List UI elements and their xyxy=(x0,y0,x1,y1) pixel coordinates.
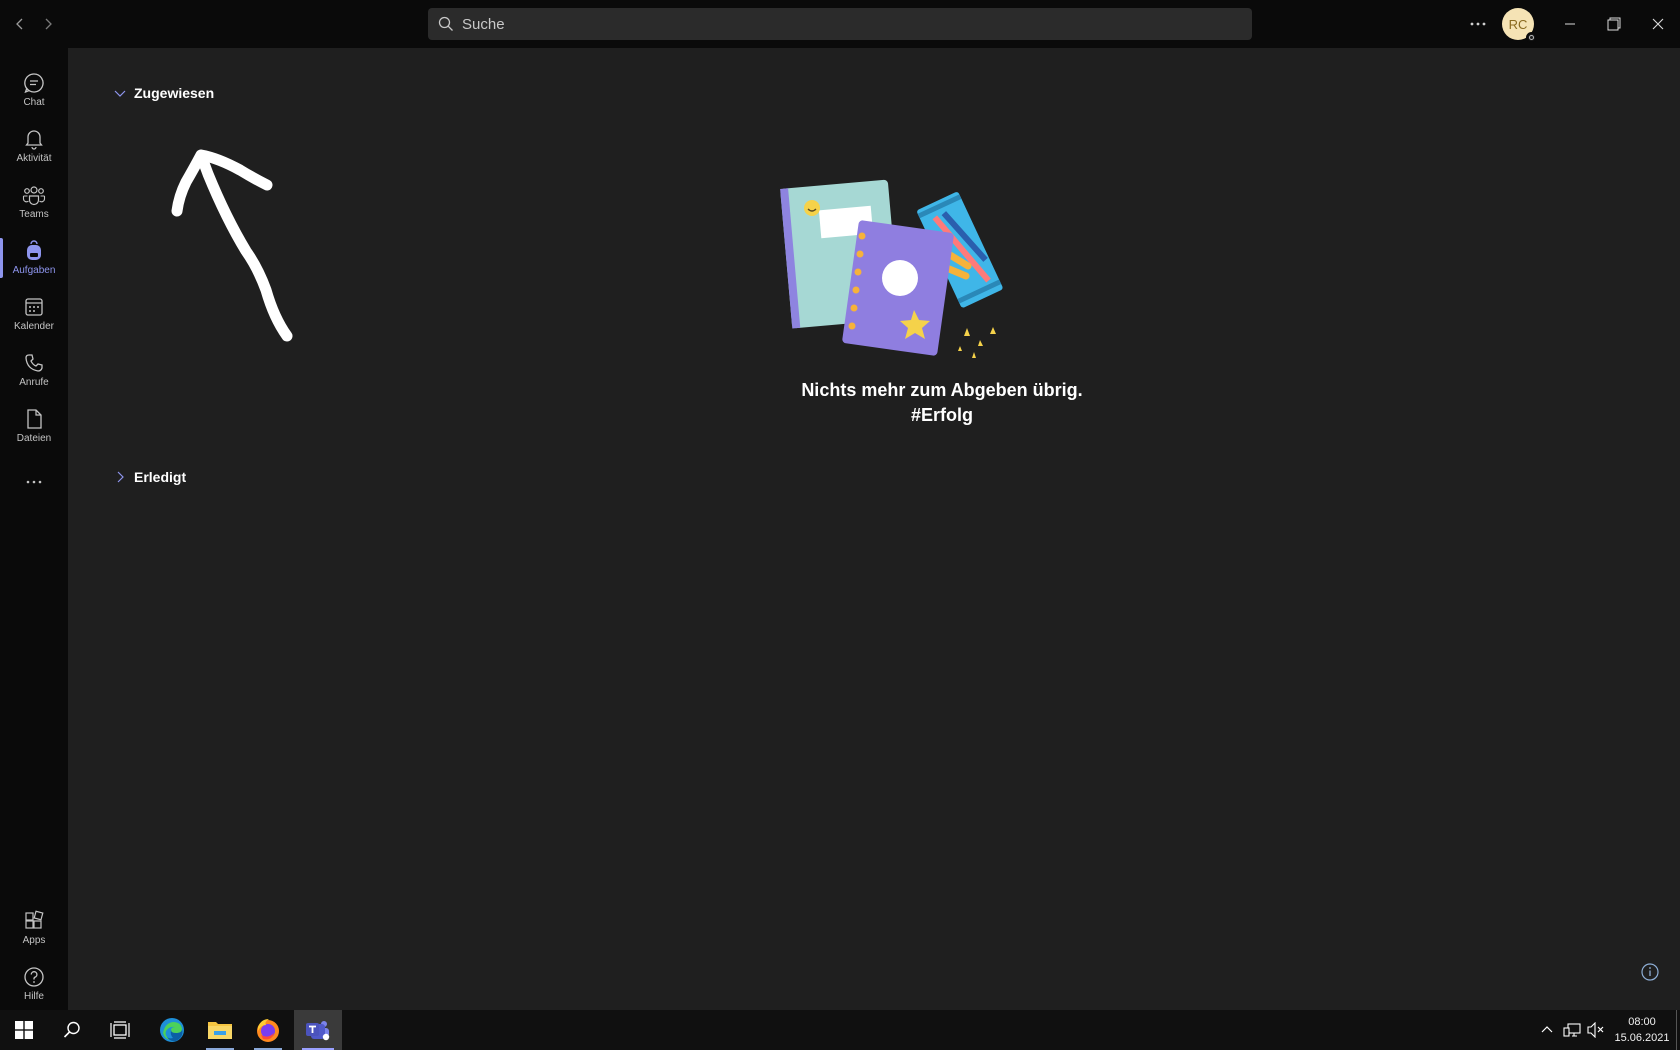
chevron-left-icon xyxy=(16,18,23,30)
show-hidden-icons-button[interactable] xyxy=(1537,1020,1557,1040)
close-icon xyxy=(1652,18,1664,30)
rail-item-teams[interactable]: Teams xyxy=(0,174,68,230)
phone-icon xyxy=(25,354,43,372)
rail-item-calendar[interactable]: Kalender xyxy=(0,286,68,342)
search-icon xyxy=(63,1021,80,1038)
taskbar-firefox[interactable] xyxy=(244,1010,292,1050)
empty-state-line-2: #Erfolg xyxy=(910,405,973,425)
backpack-icon xyxy=(27,240,41,260)
rail-item-files[interactable]: Dateien xyxy=(0,398,68,454)
bell-icon xyxy=(25,130,43,150)
folder-icon xyxy=(208,1022,232,1039)
info-button[interactable] xyxy=(1638,960,1662,984)
windows-logo-icon xyxy=(15,1021,33,1039)
taskbar-edge[interactable] xyxy=(148,1010,196,1050)
rail-item-label: Apps xyxy=(22,935,46,946)
edge-browser-icon xyxy=(160,1018,184,1042)
apps-icon xyxy=(25,910,44,929)
search-bar[interactable] xyxy=(428,8,1252,40)
rail-item-apps[interactable]: Apps xyxy=(0,900,68,956)
minimize-button[interactable] xyxy=(1552,8,1588,40)
rail-item-calls[interactable]: Anrufe xyxy=(0,342,68,398)
rail-item-label: Kalender xyxy=(13,321,55,332)
help-icon xyxy=(24,967,44,987)
volume-muted-icon xyxy=(1587,1022,1604,1038)
chevron-down-icon xyxy=(114,90,126,97)
network-button[interactable] xyxy=(1562,1020,1582,1040)
empty-state-message: Nichts mehr zum Abgeben übrig. #Erfolg xyxy=(688,378,1196,428)
task-view-button[interactable] xyxy=(96,1010,144,1050)
empty-state-illustration xyxy=(780,179,1003,358)
network-icon xyxy=(1563,1023,1581,1037)
section-assigned-label: Zugewiesen xyxy=(134,85,215,101)
rail-item-label: Teams xyxy=(19,209,49,220)
forward-button[interactable] xyxy=(36,12,60,36)
chat-icon xyxy=(24,73,44,94)
minimize-icon xyxy=(1565,23,1575,25)
clock-date: 15.06.2021 xyxy=(1614,1032,1670,1044)
rail-item-label: Aufgaben xyxy=(12,265,56,276)
volume-button[interactable] xyxy=(1586,1020,1606,1040)
chevron-right-icon xyxy=(117,471,124,483)
firefox-icon xyxy=(257,1019,279,1042)
restore-button[interactable] xyxy=(1596,8,1632,40)
more-horizontal-icon xyxy=(26,480,42,484)
restore-icon xyxy=(1607,17,1621,31)
section-assigned-toggle[interactable]: Zugewiesen xyxy=(114,85,214,101)
section-completed-label: Erledigt xyxy=(134,469,187,485)
app-bar: Chat Aktivität Teams Aufgaben Kalender A… xyxy=(0,48,68,1010)
rail-item-chat[interactable]: Chat xyxy=(0,62,68,118)
more-horizontal-icon xyxy=(1470,22,1486,26)
search-input[interactable] xyxy=(460,14,1224,34)
show-desktop-button[interactable] xyxy=(1676,1010,1677,1050)
taskbar-teams[interactable] xyxy=(294,1010,342,1050)
taskbar-file-explorer[interactable] xyxy=(196,1010,244,1050)
rail-item-label: Aktivität xyxy=(16,153,52,164)
rail-item-assignments[interactable]: Aufgaben xyxy=(0,230,68,286)
taskbar: 08:00 15.06.2021 xyxy=(0,1010,1680,1050)
empty-state-line-1: Nichts mehr zum Abgeben übrig. xyxy=(801,380,1083,400)
taskbar-clock[interactable]: 08:00 15.06.2021 xyxy=(1608,1014,1676,1046)
info-icon xyxy=(1641,963,1659,981)
avatar[interactable]: RC xyxy=(1502,8,1537,43)
more-options-button[interactable] xyxy=(1466,12,1490,36)
teams-app-icon xyxy=(306,1021,330,1041)
close-button[interactable] xyxy=(1640,8,1676,40)
back-button[interactable] xyxy=(8,12,32,36)
chevron-right-icon xyxy=(45,18,52,30)
avatar-initials: RC xyxy=(1508,16,1528,32)
title-bar: RC xyxy=(0,0,1680,48)
section-completed-toggle[interactable]: Erledigt xyxy=(114,469,186,485)
annotation-arrow-icon xyxy=(171,149,293,342)
taskbar-search-button[interactable] xyxy=(48,1010,96,1050)
search-icon xyxy=(438,16,453,31)
rail-item-label: Chat xyxy=(23,97,45,108)
task-view-icon xyxy=(110,1021,130,1039)
calendar-icon xyxy=(25,298,43,316)
rail-item-label: Hilfe xyxy=(23,991,44,1002)
assignments-pane: Zugewiesen Nichts mehr zum Abgeben übrig… xyxy=(68,48,1680,1010)
teams-icon xyxy=(22,186,46,206)
rail-item-activity[interactable]: Aktivität xyxy=(0,118,68,174)
rail-item-label: Dateien xyxy=(16,433,52,444)
chevron-up-icon xyxy=(1541,1026,1553,1033)
presence-status-icon xyxy=(1526,32,1537,43)
rail-item-help[interactable]: Hilfe xyxy=(0,956,68,1012)
clock-time: 08:00 xyxy=(1628,1016,1656,1028)
file-icon xyxy=(27,409,42,429)
rail-item-label: Anrufe xyxy=(19,377,49,388)
start-button[interactable] xyxy=(0,1010,48,1050)
more-apps-button[interactable] xyxy=(0,464,68,500)
